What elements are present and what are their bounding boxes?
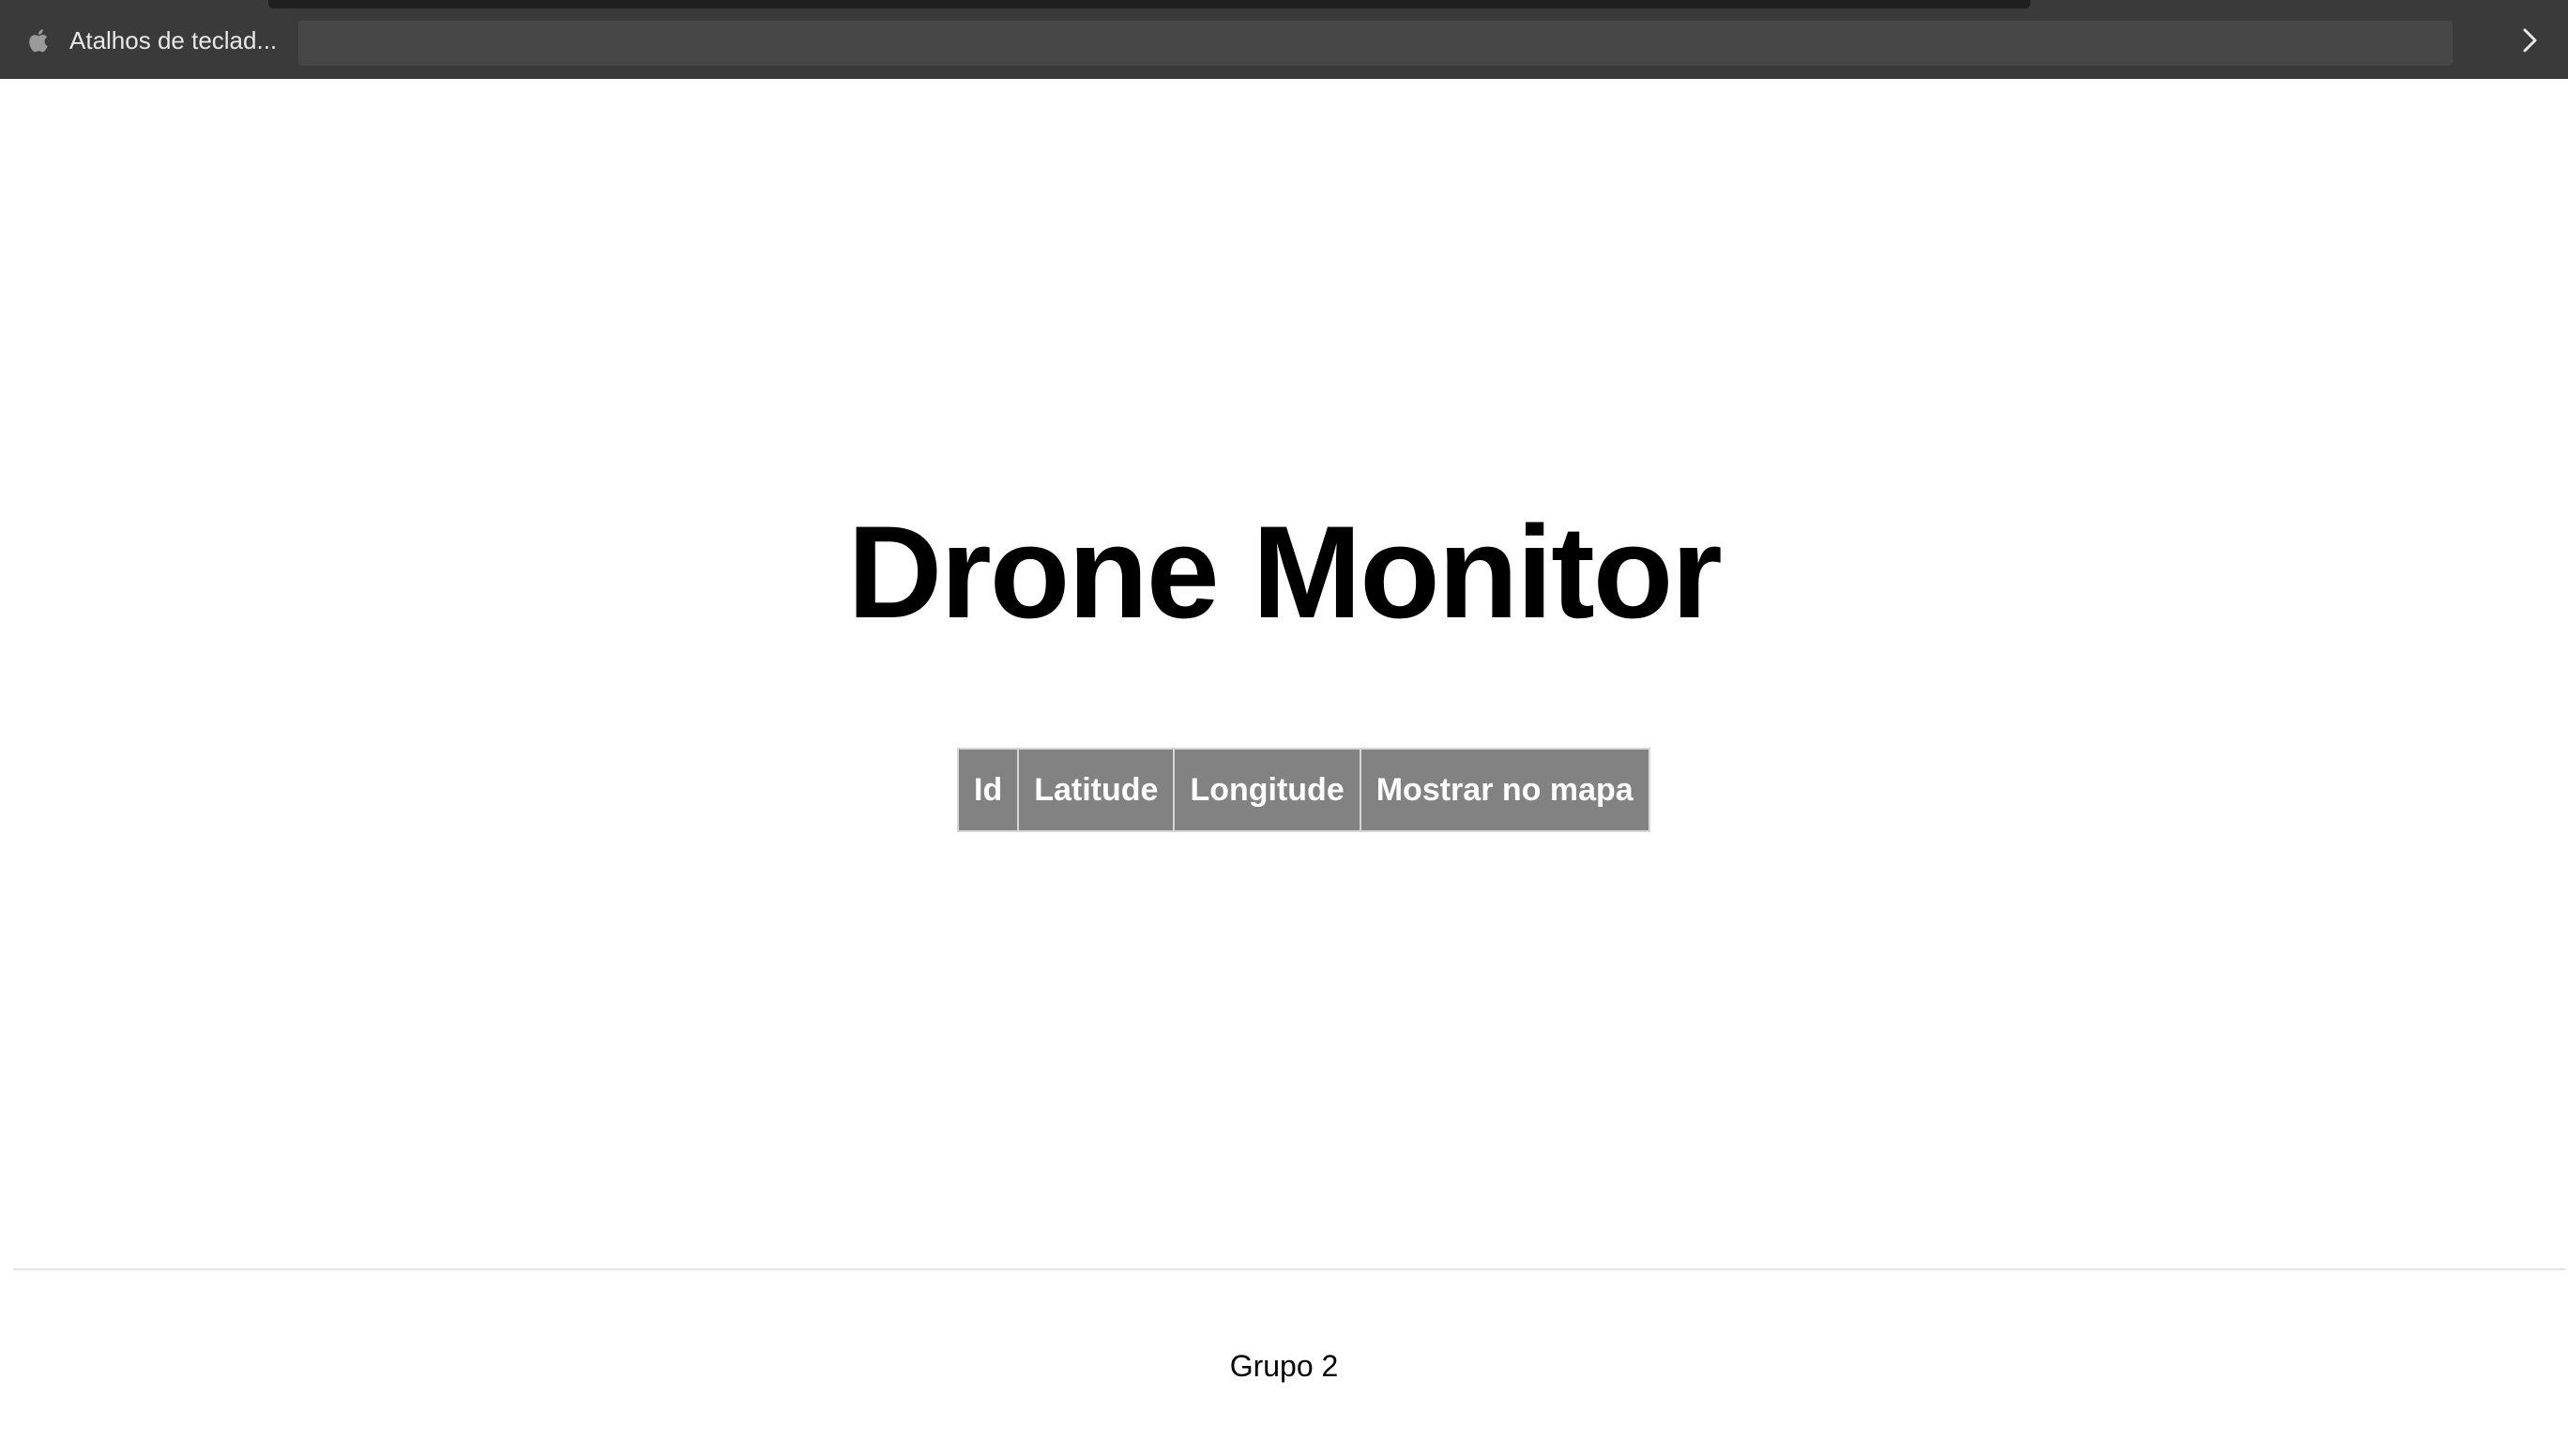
bookmark-label: Atalhos de teclad... [69,25,278,54]
drone-table: Id Latitude Longitude Mostrar no mapa [956,748,1650,832]
drone-table-container: Id Latitude Longitude Mostrar no mapa [956,748,1650,832]
page-title: Drone Monitor [847,498,1723,645]
column-header-latitude: Latitude [1017,748,1176,832]
footer-divider [13,1268,2565,1270]
column-header-show-on-map: Mostrar no mapa [1359,748,1650,832]
apple-icon [26,26,53,54]
table-header-row: Id Latitude Longitude Mostrar no mapa [956,748,1650,832]
column-header-longitude: Longitude [1173,748,1361,832]
bookmarks-bar-empty-area [298,21,2453,66]
column-header-id: Id [956,748,1020,832]
chevron-right-icon[interactable] [2514,24,2545,56]
bookmarks-bar: Atalhos de teclad... [0,0,2568,79]
page: Atalhos de teclad... Drone Monitor Id La… [0,0,2568,1456]
footer-text: Grupo 2 [1229,1349,1339,1383]
bookmark-keyboard-shortcuts[interactable]: Atalhos de teclad... [26,24,277,56]
window-top-strip [268,0,2030,8]
